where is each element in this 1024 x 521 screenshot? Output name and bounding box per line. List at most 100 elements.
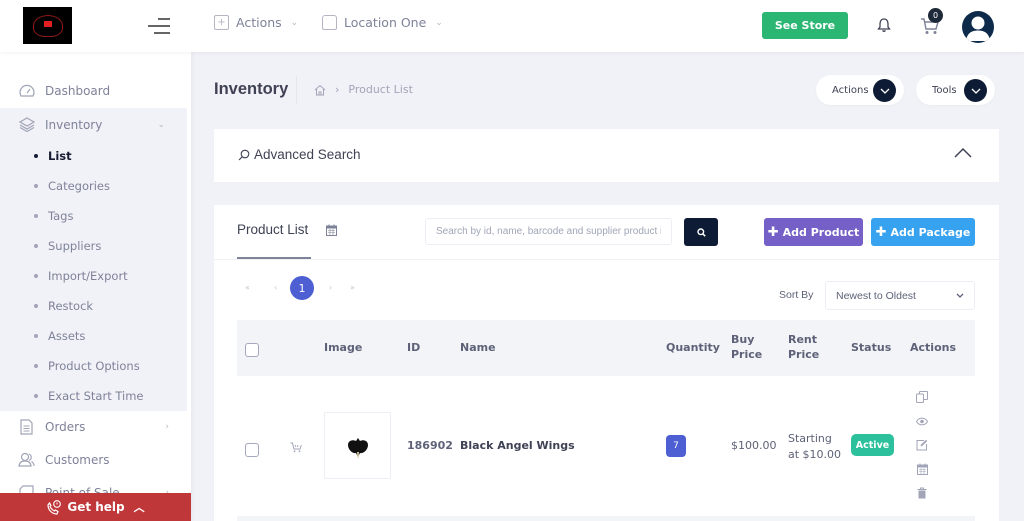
search-button[interactable] — [684, 218, 718, 246]
calendar-icon[interactable] — [326, 224, 337, 236]
chevron-down-icon — [956, 293, 964, 298]
status-badge: Active — [851, 434, 894, 456]
column-header-name: Name — [460, 341, 496, 354]
sidebar-subitem-label: Exact Start Time — [48, 389, 144, 403]
delete-icon[interactable] — [915, 486, 929, 500]
header-actions-label: Actions — [236, 15, 282, 30]
layers-icon — [18, 116, 35, 133]
header-actions-menu[interactable]: + Actions ⌄ — [214, 15, 298, 30]
view-icon[interactable] — [915, 414, 929, 428]
column-header-line: Price — [788, 348, 820, 361]
column-header-id: ID — [407, 341, 421, 354]
advanced-search-header[interactable]: Advanced Search — [238, 147, 361, 162]
sidebar-subitem-import-export[interactable]: Import/Export — [0, 261, 187, 291]
calendar-icon[interactable] — [915, 462, 929, 476]
sidebar-subitem-label: Tags — [48, 209, 74, 223]
sidebar-subitem-product-options[interactable]: Product Options — [0, 351, 187, 381]
add-package-label: Add Package — [890, 225, 971, 239]
chevron-down-icon: ⌄ — [435, 17, 443, 28]
product-name[interactable]: Black Angel Wings — [460, 439, 575, 452]
column-header-image: Image — [324, 341, 363, 354]
column-header-line: Price — [731, 348, 763, 361]
sidebar-subitem-label: Restock — [48, 299, 94, 313]
bell-icon[interactable] — [877, 17, 891, 33]
sidebar-subitem-label: List — [48, 149, 72, 163]
page-title: Inventory — [214, 80, 289, 98]
rent-price-line: at $10.00 — [788, 448, 842, 461]
select-all-checkbox[interactable] — [245, 343, 259, 357]
product-image[interactable] — [324, 412, 391, 479]
table-row: 186902 Black Angel Wings 7 $100.00 Start… — [237, 376, 975, 516]
sidebar-item-label: Dashboard — [45, 83, 111, 98]
column-header-status: Status — [851, 341, 892, 354]
table-header: Image ID Name Quantity Buy Price Rent Pr… — [237, 320, 975, 376]
product-search-input[interactable] — [425, 218, 672, 245]
chevron-down-icon: ⌄ — [157, 119, 165, 130]
user-avatar[interactable] — [962, 11, 994, 43]
chevron-down-icon — [964, 79, 987, 102]
top-header: + Actions ⌄ Location One ⌄ See Store 0 — [0, 0, 1024, 52]
chevron-up-icon: ︿ — [133, 501, 145, 514]
see-store-button[interactable]: See Store — [762, 12, 848, 39]
sidebar-item-customers[interactable]: Customers — [0, 443, 191, 476]
chevron-up-icon[interactable] — [954, 146, 972, 160]
sort-by-select[interactable]: Newest to Oldest — [825, 281, 975, 310]
buy-price: $100.00 — [731, 439, 777, 452]
page-tools-dropdown[interactable]: Tools — [916, 75, 995, 105]
advanced-search-card: Advanced Search — [214, 129, 999, 182]
row-select-checkbox[interactable] — [245, 443, 259, 457]
add-square-icon: + — [214, 15, 229, 30]
page-1-button[interactable]: 1 — [290, 276, 314, 300]
cart-count-badge: 0 — [928, 8, 943, 23]
document-icon — [18, 418, 35, 435]
add-package-button[interactable]: ✚ Add Package — [871, 218, 975, 246]
sidebar-item-inventory[interactable]: Inventory ⌄ — [0, 108, 187, 141]
dashboard-icon — [18, 82, 35, 99]
sidebar-subitem-exact-start-time[interactable]: Exact Start Time — [0, 381, 187, 411]
sidebar-item-orders[interactable]: Orders › — [0, 410, 191, 443]
sidebar-subitem-label: Categories — [48, 179, 110, 193]
last-page-button[interactable]: » — [350, 283, 355, 292]
page-actions-label: Actions — [832, 84, 869, 96]
column-header-line: Buy — [731, 333, 755, 346]
column-header-actions: Actions — [910, 341, 956, 354]
sidebar-subitem-label: Product Options — [48, 359, 140, 373]
next-page-button[interactable]: › — [329, 283, 332, 292]
user-icon — [966, 16, 990, 41]
prev-page-button[interactable]: ‹ — [274, 283, 277, 292]
column-header-rent-price: Rent Price — [788, 332, 819, 362]
get-help-button[interactable]: Get help ︿ — [0, 493, 191, 521]
add-product-label: Add Product — [782, 225, 860, 239]
product-list-card: Product List ✚ Add Product ✚ Add Package… — [214, 205, 999, 521]
page-tools-label: Tools — [932, 84, 957, 96]
copy-icon[interactable] — [915, 390, 929, 404]
brand-logo[interactable] — [23, 7, 72, 44]
next-row-placeholder — [237, 516, 975, 521]
sidebar-subitem-restock[interactable]: Restock — [0, 291, 187, 321]
sidebar-subitem-label: Import/Export — [48, 269, 128, 283]
sidebar-subitem-suppliers[interactable]: Suppliers — [0, 231, 187, 261]
home-icon[interactable] — [314, 84, 326, 96]
sidebar-subitem-tags[interactable]: Tags — [0, 201, 187, 231]
edit-icon[interactable] — [915, 438, 929, 452]
plus-icon: ✚ — [875, 224, 887, 240]
product-id: 186902 — [407, 439, 453, 452]
search-icon — [238, 149, 250, 160]
header-location-menu[interactable]: Location One ⌄ — [322, 15, 443, 30]
sidebar-subitem-list[interactable]: List — [0, 141, 187, 171]
sidebar-subitem-categories[interactable]: Categories — [0, 171, 187, 201]
first-page-button[interactable]: « — [245, 283, 250, 292]
rental-cart-icon[interactable] — [290, 442, 302, 453]
quantity-badge: 7 — [666, 435, 686, 457]
page-actions-dropdown[interactable]: Actions — [816, 75, 904, 105]
sort-by-value: Newest to Oldest — [836, 289, 916, 302]
plus-icon: ✚ — [767, 224, 779, 240]
sidebar: Dashboard Inventory ⌄ List Categories Ta… — [0, 52, 191, 521]
sidebar-item-dashboard[interactable]: Dashboard — [0, 74, 191, 107]
product-list-tab[interactable]: Product List — [237, 222, 308, 237]
breadcrumb-current[interactable]: Product List — [348, 83, 413, 96]
column-header-line: Rent — [788, 333, 818, 346]
add-product-button[interactable]: ✚ Add Product — [764, 218, 863, 246]
sidebar-subitem-assets[interactable]: Assets — [0, 321, 187, 351]
sidebar-toggle-button[interactable] — [148, 18, 170, 34]
